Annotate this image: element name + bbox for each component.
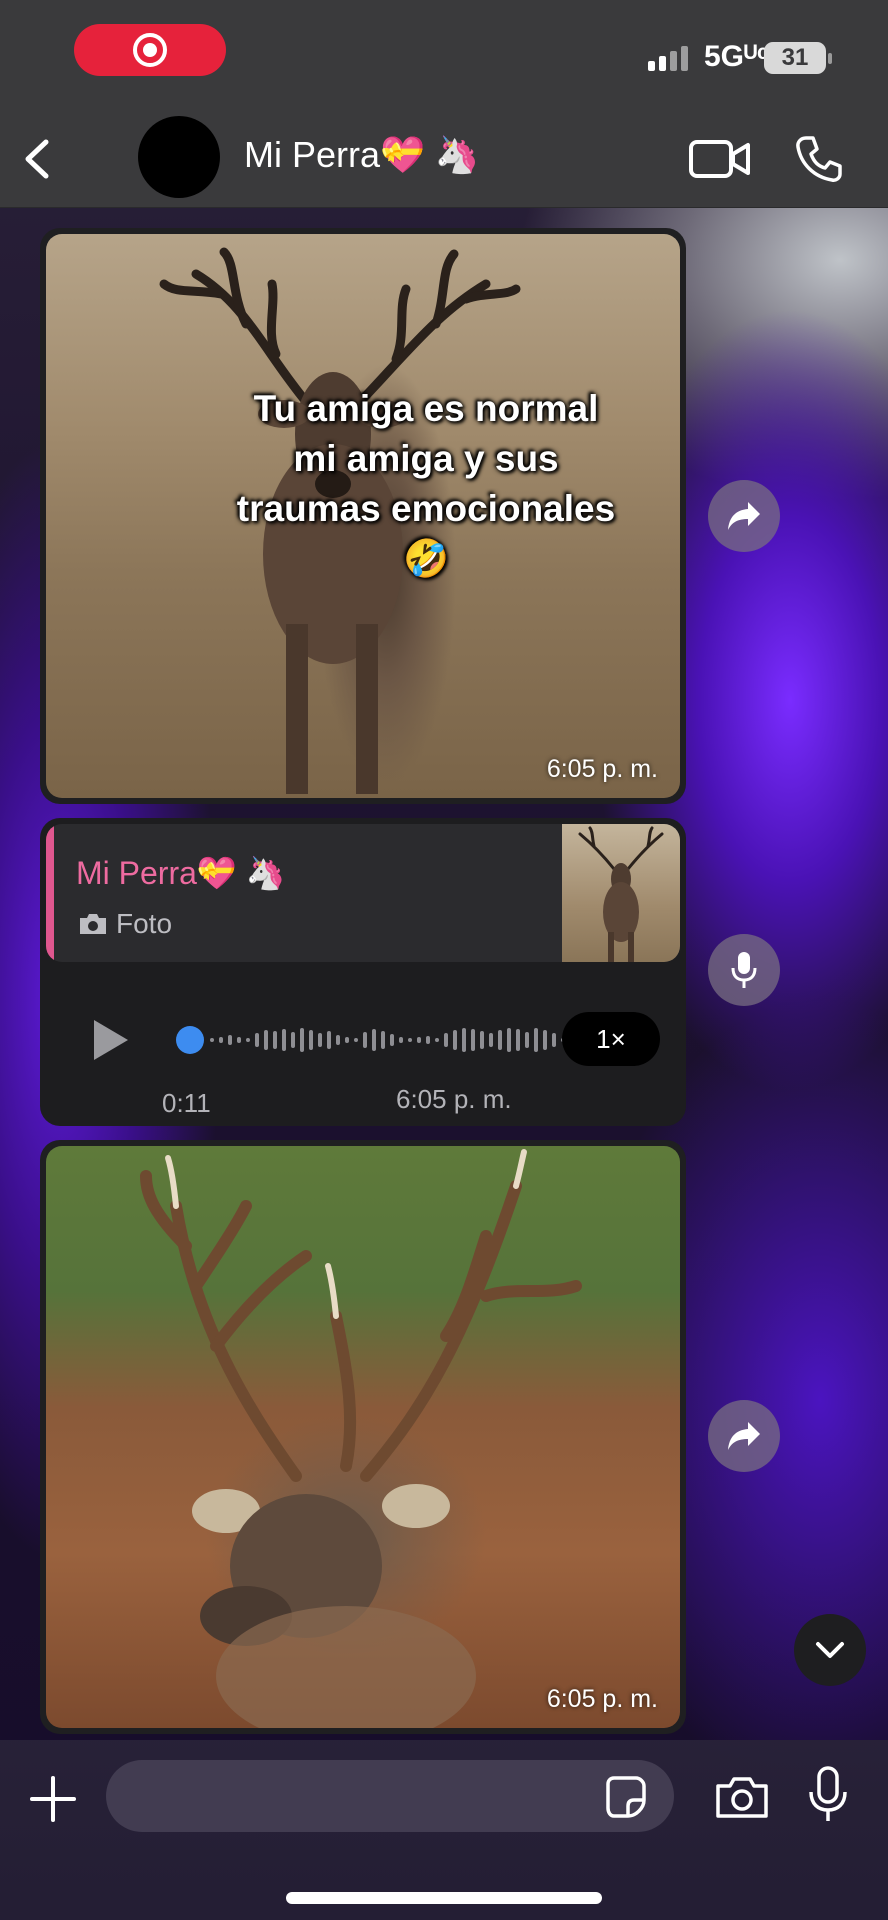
plus-icon[interactable] [28, 1774, 78, 1824]
waveform-bar [435, 1038, 439, 1042]
waveform-bar [525, 1032, 529, 1048]
deer-thumbnail-illustration [578, 826, 664, 962]
waveform-bar [345, 1037, 349, 1043]
waveform-bar [444, 1033, 448, 1047]
image-message[interactable]: Tu amiga es normal mi amiga y sus trauma… [40, 228, 686, 804]
record-icon [133, 33, 167, 67]
reply-accent-bar [46, 824, 54, 962]
deer-photo[interactable]: 6:05 p. m. [46, 1146, 680, 1728]
image-message[interactable]: 6:05 p. m. [40, 1140, 686, 1734]
forward-button[interactable] [708, 480, 780, 552]
waveform-bar [390, 1034, 394, 1046]
contact-name[interactable]: Mi Perra💝 🦄 [244, 134, 480, 176]
waveform-bar [480, 1031, 484, 1049]
waveform-bar [282, 1029, 286, 1051]
message-input[interactable] [106, 1760, 674, 1832]
reply-preview[interactable]: Mi Perra💝 🦄 Foto [46, 824, 680, 962]
playhead-handle[interactable] [176, 1026, 204, 1054]
waveform-bar [372, 1029, 376, 1051]
status-bar: 5Gᵁᶜ 31 [0, 0, 888, 110]
waveform-bar [255, 1033, 259, 1047]
waveform-bar [381, 1031, 385, 1049]
battery-level: 31 [764, 42, 826, 74]
waveform-bar [336, 1035, 340, 1045]
waveform-bar [516, 1029, 520, 1051]
reply-thumbnail [562, 824, 680, 962]
waveform-bar [318, 1033, 322, 1047]
voice-note-indicator[interactable] [708, 934, 780, 1006]
waveform-bar [264, 1030, 268, 1050]
battery-tip [828, 53, 832, 64]
waveform-bar [471, 1029, 475, 1051]
waveform-bar [246, 1038, 250, 1042]
waveform-bar [219, 1037, 223, 1043]
contact-avatar[interactable] [138, 116, 220, 198]
camera-icon[interactable] [714, 1774, 770, 1820]
screen-recording-indicator[interactable] [74, 24, 226, 76]
message-timestamp: 6:05 p. m. [546, 755, 658, 783]
waveform-bar [498, 1030, 502, 1050]
voice-message[interactable]: Mi Perra💝 🦄 Foto 1× 0:11 6:05 p. m. [40, 818, 686, 1126]
waveform-bar [327, 1031, 331, 1049]
playback-speed-button[interactable]: 1× [562, 1012, 660, 1066]
chevron-down-icon [816, 1642, 844, 1658]
reply-type-text: Foto [116, 908, 173, 939]
waveform-bar [462, 1028, 466, 1052]
waveform-bar [363, 1032, 367, 1048]
waveform-bar [228, 1035, 232, 1045]
reply-type-label: Foto [78, 908, 172, 940]
waveform-bar [399, 1037, 403, 1043]
deer-illustration [140, 1149, 582, 1728]
back-icon[interactable] [18, 136, 58, 182]
network-type: 5Gᵁᶜ [704, 40, 769, 73]
waveform-bar [291, 1032, 295, 1048]
waveform-bar [534, 1028, 538, 1052]
photo-caption: Tu amiga es normal mi amiga y sus trauma… [236, 388, 616, 579]
waveform-bar [507, 1028, 511, 1052]
waveform-bar [354, 1038, 358, 1042]
forward-arrow-icon [728, 1422, 760, 1450]
waveform-bar [408, 1038, 412, 1042]
waveform-bar [453, 1030, 457, 1050]
chat-header: Mi Perra💝 🦄 [0, 110, 888, 208]
waveform-bar [426, 1036, 430, 1044]
waveform-bar [552, 1033, 556, 1047]
camera-small-icon [80, 914, 106, 934]
play-icon[interactable] [86, 1016, 134, 1064]
voice-waveform[interactable] [170, 1018, 570, 1062]
scroll-to-bottom-button[interactable] [794, 1614, 866, 1686]
forward-button[interactable] [708, 1400, 780, 1472]
message-timestamp: 6:05 p. m. [546, 1685, 658, 1713]
message-composer [0, 1740, 888, 1920]
reply-sender-name: Mi Perra💝 🦄 [76, 855, 286, 891]
forward-arrow-icon [728, 502, 760, 530]
waveform-bar [273, 1031, 277, 1049]
deer-photo[interactable]: Tu amiga es normal mi amiga y sus trauma… [46, 234, 680, 798]
home-indicator [286, 1892, 602, 1904]
waveform-bar [543, 1030, 547, 1050]
microphone-icon[interactable] [808, 1766, 848, 1824]
cellular-signal-icon [648, 46, 688, 71]
voice-call-icon[interactable] [794, 134, 844, 184]
waveform-bar [309, 1030, 313, 1050]
sticker-icon[interactable] [602, 1774, 648, 1820]
waveform-bar [300, 1028, 304, 1052]
waveform-bar [210, 1038, 214, 1042]
message-timestamp: 6:05 p. m. [396, 1084, 512, 1114]
voice-duration: 0:11 [162, 1088, 211, 1118]
video-call-icon[interactable] [688, 136, 752, 182]
microphone-icon [731, 952, 757, 988]
waveform-bar [237, 1037, 241, 1043]
waveform-bar [417, 1037, 421, 1043]
waveform-bar [489, 1033, 493, 1047]
